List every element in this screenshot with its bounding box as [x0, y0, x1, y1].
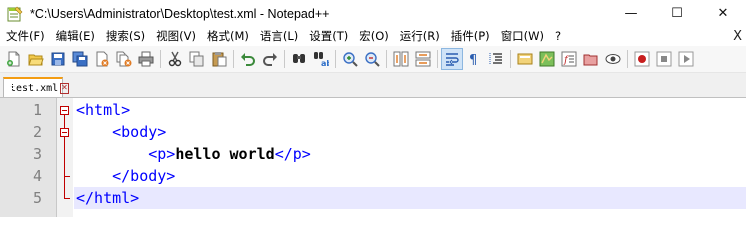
tab-test-xml[interactable]: test.xml ✕: [3, 77, 69, 97]
fold-end-marker: [64, 176, 70, 177]
menu-macro[interactable]: 宏(O): [353, 27, 394, 46]
show-all-characters-icon[interactable]: ¶: [464, 49, 484, 69]
editor-area[interactable]: 1 <html> 2 <body> 3 <p>hello world</p> 4…: [0, 98, 746, 217]
code-line[interactable]: 2 <body>: [0, 121, 746, 143]
notepadpp-app-icon[interactable]: [7, 6, 23, 22]
indent-guide-icon[interactable]: [486, 49, 506, 69]
menu-search[interactable]: 搜索(S): [100, 27, 150, 46]
close-icon: ✕: [717, 6, 729, 21]
menu-bar: 文件(F) 编辑(E) 搜索(S) 视图(V) 格式(M) 语言(L) 设置(T…: [0, 27, 746, 46]
sync-horizontal-icon[interactable]: [413, 49, 433, 69]
menu-file[interactable]: 文件(F): [0, 27, 50, 46]
sync-vertical-icon[interactable]: [391, 49, 411, 69]
user-defined-language-icon[interactable]: [515, 49, 535, 69]
playback-macro-icon[interactable]: [676, 49, 696, 69]
menu-window[interactable]: 窗口(W): [495, 27, 549, 46]
undo-icon[interactable]: [238, 49, 258, 69]
cut-icon[interactable]: [165, 49, 185, 69]
function-list-icon[interactable]: f: [559, 49, 579, 69]
code-text: </body>: [112, 167, 176, 185]
toolbar: ab ¶: [0, 46, 746, 73]
save-all-icon[interactable]: [70, 49, 90, 69]
code-text: <body>: [112, 123, 167, 141]
line-number: 4: [32, 167, 42, 185]
maximize-button[interactable]: ☐: [654, 0, 700, 27]
replace-icon[interactable]: ab: [311, 49, 331, 69]
line-number: 2: [32, 123, 42, 141]
toolbar-separator: [233, 50, 234, 68]
menu-plugins[interactable]: 插件(P): [445, 27, 495, 46]
close-window-button[interactable]: ✕: [700, 0, 746, 27]
toolbar-separator: [386, 50, 387, 68]
tab-bar: test.xml ✕: [0, 73, 746, 98]
line-number: 3: [32, 145, 42, 163]
open-file-icon[interactable]: [26, 49, 46, 69]
redo-icon[interactable]: [260, 49, 280, 69]
code-line-current[interactable]: 5 </html>: [0, 187, 746, 209]
copy-icon[interactable]: [187, 49, 207, 69]
minimize-icon: —: [624, 6, 638, 21]
find-icon[interactable]: [289, 49, 309, 69]
paste-icon[interactable]: [209, 49, 229, 69]
svg-text:¶: ¶: [469, 53, 477, 67]
line-number: 1: [32, 101, 42, 119]
save-icon[interactable]: [48, 49, 68, 69]
code-text: <p>hello world</p>: [148, 145, 311, 163]
new-file-icon[interactable]: [4, 49, 24, 69]
zoom-out-icon[interactable]: [362, 49, 382, 69]
window-controls: — ☐ ✕: [608, 0, 746, 27]
toolbar-separator: [510, 50, 511, 68]
menu-edit[interactable]: 编辑(E): [50, 27, 100, 46]
menu-view[interactable]: 视图(V): [150, 27, 201, 46]
close-document-x[interactable]: X: [733, 27, 742, 46]
fold-collapse-icon[interactable]: [60, 106, 69, 115]
title-bar: *C:\Users\Administrator\Desktop\test.xml…: [0, 0, 746, 27]
line-number: 5: [32, 189, 42, 207]
fold-line: [64, 137, 65, 198]
print-icon[interactable]: [136, 49, 156, 69]
monitoring-icon[interactable]: [603, 49, 623, 69]
menu-format[interactable]: 格式(M): [201, 27, 254, 46]
code-text: <html>: [76, 101, 131, 119]
fold-end-marker: [64, 198, 70, 199]
record-macro-icon[interactable]: [632, 49, 652, 69]
window-title: *C:\Users\Administrator\Desktop\test.xml…: [30, 6, 330, 21]
stop-recording-icon[interactable]: [654, 49, 674, 69]
code-line[interactable]: 1 <html>: [0, 99, 746, 121]
menu-language[interactable]: 语言(L): [254, 27, 303, 46]
close-icon[interactable]: [92, 49, 112, 69]
menu-settings[interactable]: 设置(T): [303, 27, 353, 46]
maximize-icon: ☐: [671, 6, 683, 21]
tab-label: test.xml: [10, 82, 59, 94]
document-map-icon[interactable]: [537, 49, 557, 69]
toolbar-separator: [160, 50, 161, 68]
tab-close-icon[interactable]: ✕: [60, 82, 69, 94]
folder-as-workspace-icon[interactable]: [581, 49, 601, 69]
fold-line: [64, 115, 65, 128]
toolbar-separator: [335, 50, 336, 68]
minimize-button[interactable]: —: [608, 0, 654, 27]
zoom-in-icon[interactable]: [340, 49, 360, 69]
svg-text:ab: ab: [321, 59, 329, 67]
code-text: </html>: [76, 189, 140, 207]
code-line[interactable]: 3 <p>hello world</p>: [0, 143, 746, 165]
menu-run[interactable]: 运行(R): [394, 27, 445, 46]
code-line[interactable]: 4 </body>: [0, 165, 746, 187]
word-wrap-icon[interactable]: [441, 48, 463, 70]
menu-help[interactable]: ?: [549, 27, 566, 46]
toolbar-separator: [627, 50, 628, 68]
toolbar-separator: [284, 50, 285, 68]
fold-collapse-icon[interactable]: [60, 128, 69, 137]
toolbar-separator: [437, 50, 438, 68]
close-all-icon[interactable]: [114, 49, 134, 69]
